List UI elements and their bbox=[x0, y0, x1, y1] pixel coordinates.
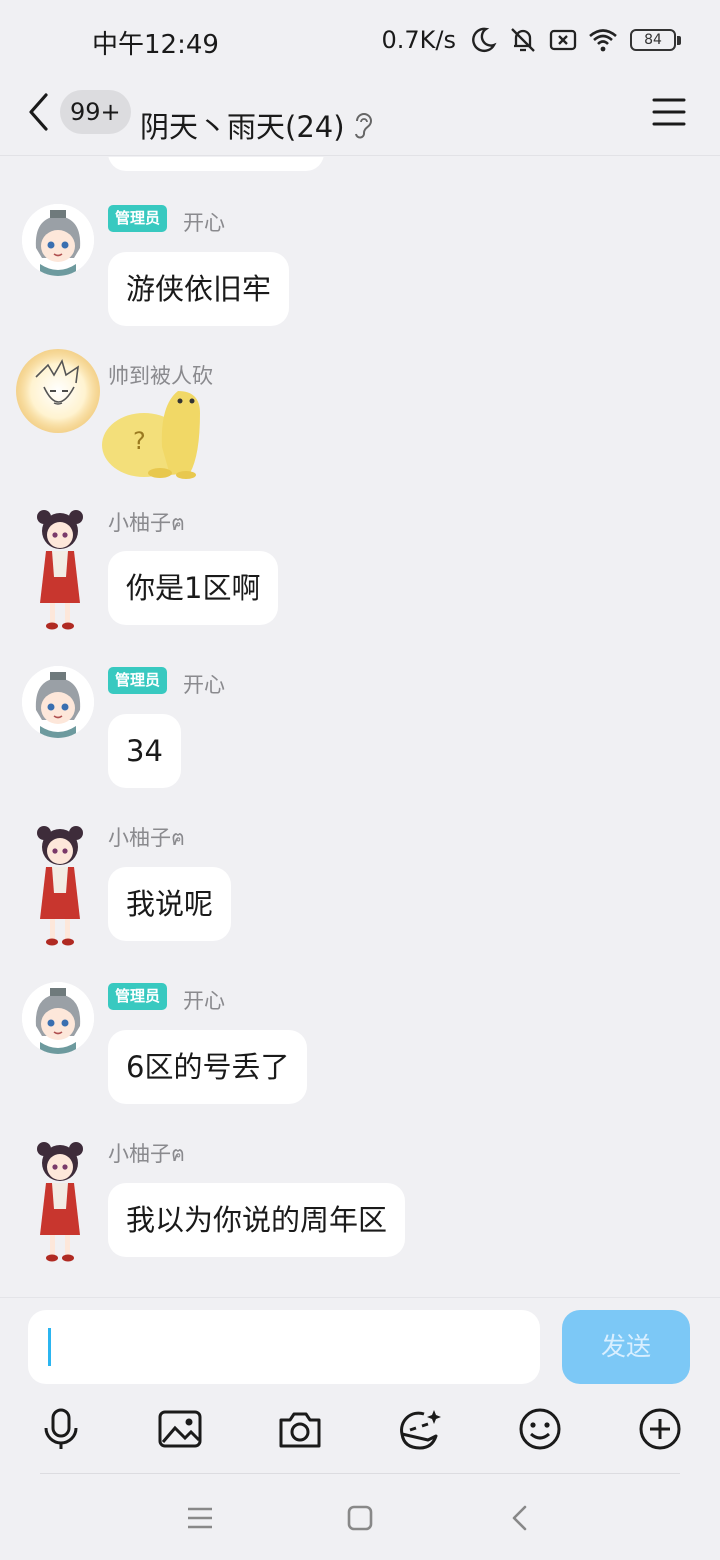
admin-tag: 管理员 bbox=[108, 983, 168, 1010]
message-bubble[interactable]: 34 bbox=[108, 714, 181, 788]
avatar-chibi-red-dress[interactable] bbox=[32, 1139, 88, 1265]
status-bar: 中午12:49 0.7K/s 84 bbox=[0, 0, 720, 80]
svg-text:?: ? bbox=[133, 427, 146, 455]
avatar-sketch-glow bbox=[16, 349, 100, 433]
camera-icon[interactable] bbox=[275, 1404, 325, 1454]
microphone-icon[interactable] bbox=[36, 1404, 86, 1454]
composer: 发送 bbox=[0, 1297, 720, 1560]
avatar-chibi-red-dress[interactable] bbox=[32, 507, 88, 633]
message-bubble[interactable]: 我以为你说的周年区 bbox=[108, 1183, 406, 1257]
status-time: 中午12:49 bbox=[92, 30, 219, 60]
chat-header: 99+ 阴天丶雨天(24) bbox=[0, 80, 720, 156]
home-square-icon[interactable] bbox=[345, 1503, 375, 1533]
avatar-chibi-grey-hair bbox=[22, 666, 94, 738]
yellow-blob-question-sticker: ? bbox=[102, 391, 200, 479]
battery-icon: 84 bbox=[630, 29, 681, 51]
sender-name[interactable]: 开心 bbox=[183, 985, 225, 1015]
admin-tag: 管理员 bbox=[108, 667, 168, 694]
ear-icon[interactable] bbox=[352, 110, 374, 140]
back-nav-icon[interactable] bbox=[505, 1503, 535, 1533]
menu-nav-icon[interactable] bbox=[185, 1503, 215, 1533]
unread-count-badge[interactable]: 99+ bbox=[60, 90, 131, 134]
plus-circle-icon[interactable] bbox=[635, 1404, 685, 1454]
network-speed: 0.7K/s bbox=[381, 26, 457, 54]
text-caret bbox=[48, 1328, 51, 1366]
avatar-chibi-grey-hair bbox=[22, 982, 94, 1054]
avatar-chibi-red-dress[interactable] bbox=[32, 823, 88, 949]
hamburger-menu-icon[interactable] bbox=[652, 96, 686, 128]
message-bubble[interactable]: 游侠依旧牢 bbox=[108, 252, 290, 326]
avatar[interactable] bbox=[14, 347, 102, 435]
avatar[interactable] bbox=[22, 666, 94, 738]
message-list[interactable]: 管理员 开心 游侠依旧牢 帅到被人砍 ? 小柚子ฅ 你是1区啊 管理员 开心 3… bbox=[0, 157, 720, 1297]
wifi-icon bbox=[589, 29, 617, 52]
chevron-left-icon bbox=[29, 93, 48, 131]
avatar[interactable] bbox=[22, 204, 94, 276]
sender-name[interactable]: 小柚子ฅ bbox=[108, 507, 185, 540]
sticker-face-icon[interactable] bbox=[394, 1404, 444, 1454]
sender-name[interactable]: 小柚子ฅ bbox=[108, 822, 185, 855]
sim-x-icon bbox=[549, 29, 577, 51]
group-title[interactable]: 阴天丶雨天(24) bbox=[140, 104, 345, 146]
message-bubble[interactable]: 6区的号丢了 bbox=[108, 1030, 308, 1104]
divider bbox=[40, 1473, 680, 1474]
moon-icon bbox=[472, 27, 497, 52]
message-bubble[interactable]: 你是1区啊 bbox=[108, 551, 279, 625]
emoji-icon[interactable] bbox=[515, 1404, 565, 1454]
message-bubble[interactable]: 我说呢 bbox=[108, 867, 232, 941]
avatar-chibi-grey-hair bbox=[22, 204, 94, 276]
message-input[interactable] bbox=[28, 1310, 540, 1384]
image-icon[interactable] bbox=[155, 1404, 205, 1454]
sender-name[interactable]: 开心 bbox=[183, 207, 225, 237]
send-button[interactable]: 发送 bbox=[562, 1310, 690, 1384]
avatar[interactable] bbox=[22, 982, 94, 1054]
admin-tag: 管理员 bbox=[108, 205, 168, 232]
message-bubble[interactable] bbox=[108, 157, 324, 171]
bell-off-icon bbox=[511, 28, 535, 52]
sender-name[interactable]: 小柚子ฅ bbox=[108, 1138, 185, 1171]
sticker-image[interactable]: ? bbox=[100, 385, 210, 481]
status-icons: 0.7K/s 84 bbox=[381, 22, 681, 58]
back-button[interactable] bbox=[22, 90, 56, 134]
sender-name[interactable]: 开心 bbox=[183, 669, 225, 699]
